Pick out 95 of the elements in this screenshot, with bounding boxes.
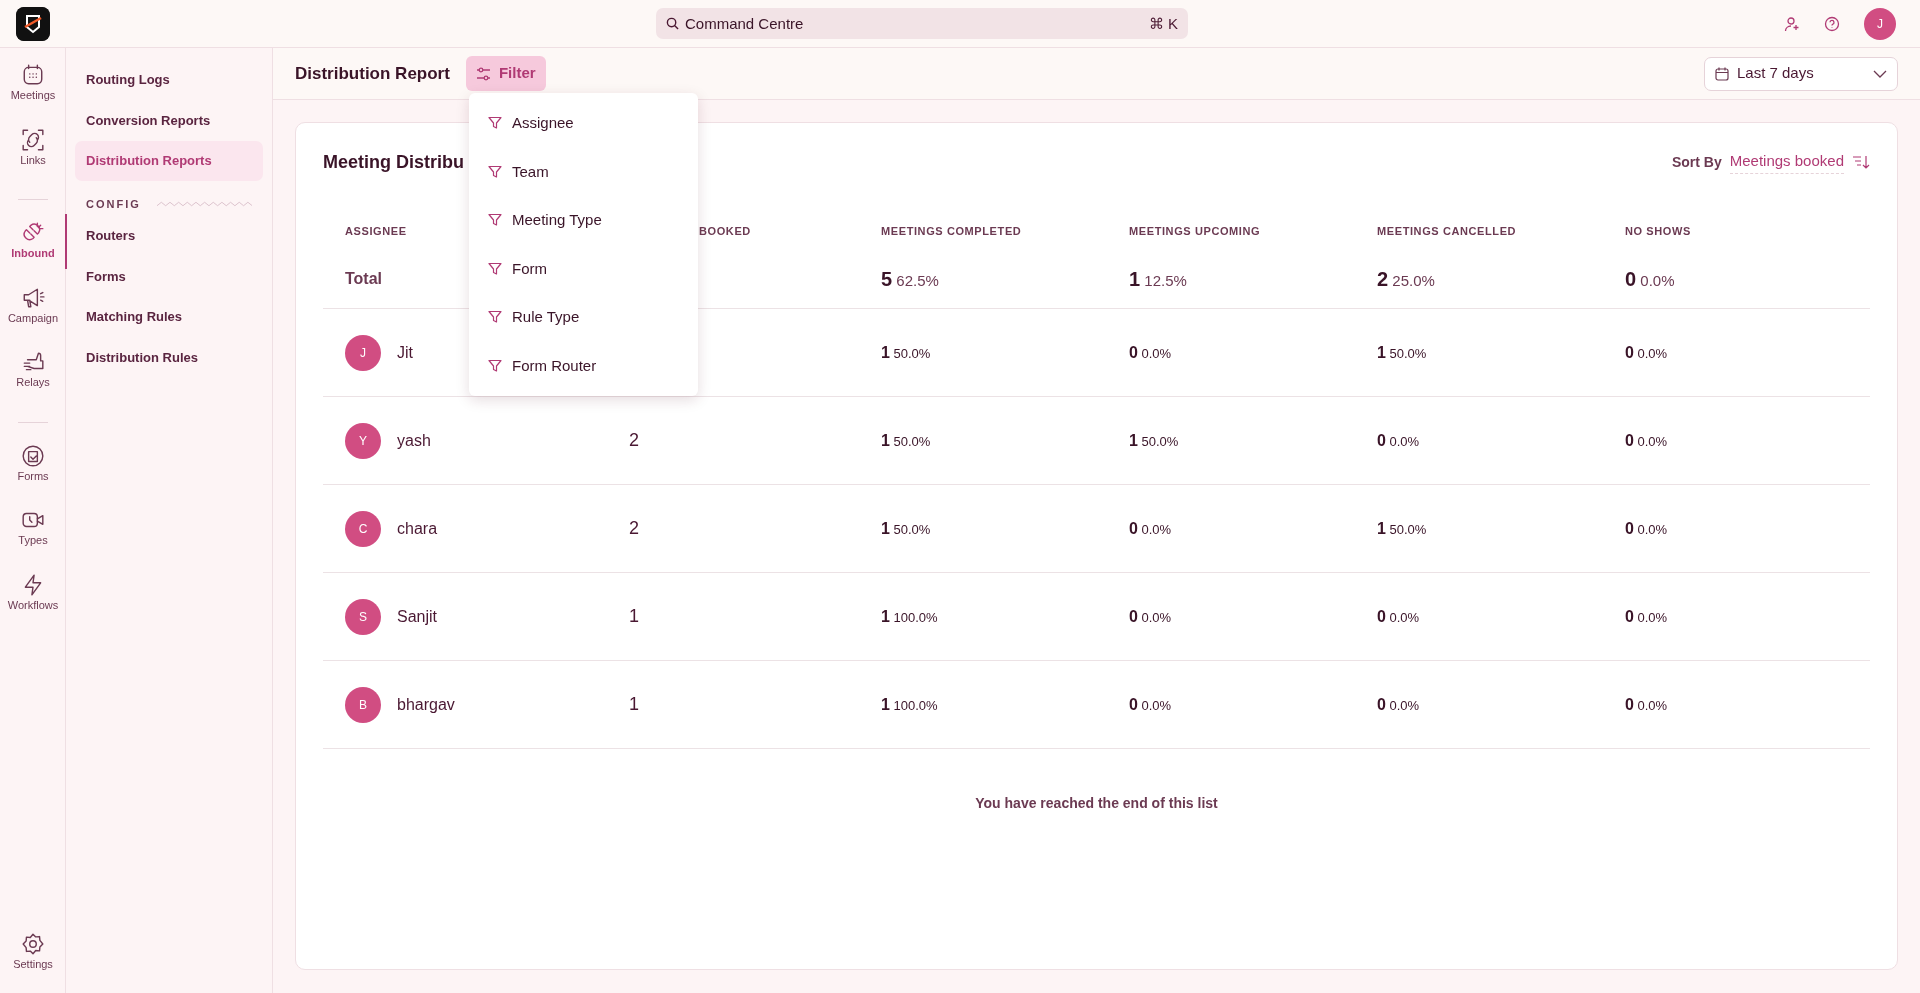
filter-icon <box>488 358 502 373</box>
table-cell: 1 100.0% <box>881 608 938 625</box>
app-logo <box>16 6 50 41</box>
table-cell: 1 50.0% <box>1377 520 1427 537</box>
column-header: BOOKED <box>699 224 751 237</box>
table-cell: 2 <box>629 518 639 538</box>
table-cell: 0 0.0% <box>1625 272 1675 289</box>
filter-icon <box>488 213 502 228</box>
end-of-list-message: You have reached the end of this list <box>974 794 1219 813</box>
rail-item[interactable]: Meetings <box>0 56 66 111</box>
sidebar-item[interactable]: Distribution Rules <box>75 337 263 377</box>
table-cell: 0 0.0% <box>1377 696 1420 713</box>
filter-icon <box>488 116 502 131</box>
settings-icon <box>21 931 45 956</box>
menu-item[interactable]: Meeting Type <box>469 196 698 245</box>
sidebar-item[interactable]: Forms <box>75 256 263 296</box>
column-header: NO SHOWS <box>1625 224 1691 237</box>
menu-item[interactable]: Assignee <box>469 99 698 148</box>
filter-icon <box>488 164 502 179</box>
search-icon <box>666 17 679 30</box>
menu-item[interactable]: Form Router <box>469 341 698 390</box>
shortcut-hint: ⌘ K <box>1148 14 1178 34</box>
column-header: MEETINGS COMPLETED <box>881 224 1022 237</box>
table-cell: 1 50.0% <box>881 344 931 361</box>
menu-item[interactable]: Rule Type <box>469 293 698 342</box>
column-header: MEETINGS CANCELLED <box>1377 224 1517 237</box>
rail-item[interactable]: Types <box>0 501 66 556</box>
assignee-name: chara <box>397 518 438 539</box>
table-cell: 0 0.0% <box>1129 344 1172 361</box>
rail-item[interactable]: Campaign <box>0 278 66 333</box>
rail-item[interactable]: Workflows <box>0 565 66 620</box>
rail-item[interactable]: Relays <box>0 343 66 398</box>
assignee-name: yash <box>397 430 431 451</box>
date-range-dropdown[interactable]: Last 7 days <box>1704 56 1898 91</box>
table-cell: 0 0.0% <box>1129 520 1172 537</box>
rail-item[interactable]: Settings <box>0 924 66 979</box>
assignee-name: Jit <box>397 342 413 363</box>
sidebar-item[interactable]: Routing Logs <box>75 60 263 100</box>
table-cell: 0 0.0% <box>1377 432 1420 449</box>
card-title: Meeting Distribu <box>323 150 464 174</box>
sort-dropdown[interactable]: Meetings booked <box>1729 150 1844 174</box>
table-cell: 0 0.0% <box>1625 696 1668 713</box>
section-heading: CONFIG <box>86 196 141 212</box>
column-header: ASSIGNEE <box>345 224 407 237</box>
sort-descending-icon[interactable] <box>1852 155 1870 169</box>
menu-item[interactable]: Team <box>469 147 698 196</box>
assignee-name: Sanjit <box>397 606 438 627</box>
filter-icon <box>488 261 502 276</box>
sidebar-item[interactable]: Routers <box>75 216 263 256</box>
table-cell: 2 <box>629 430 639 450</box>
sort-label: Sort By <box>1671 152 1722 172</box>
table-cell: 1 50.0% <box>1129 432 1179 449</box>
avatar: S <box>345 598 381 635</box>
table-cell: 0 0.0% <box>1129 608 1172 625</box>
column-header: MEETINGS UPCOMING <box>1129 224 1261 237</box>
table-cell: 0 0.0% <box>1129 696 1172 713</box>
table-cell: 0 0.0% <box>1625 608 1668 625</box>
add-user-icon[interactable] <box>1784 15 1800 32</box>
assignee-name: bhargav <box>397 694 455 715</box>
table-cell: 1 <box>629 694 639 714</box>
sidebar-item[interactable]: Distribution Reports <box>75 141 263 181</box>
table-cell: 0 0.0% <box>1625 432 1668 449</box>
table-cell: 1 50.0% <box>881 520 931 537</box>
avatar: J <box>345 334 381 371</box>
menu-item[interactable]: Form <box>469 244 698 293</box>
chevron-down-icon <box>1873 69 1887 78</box>
rail-item[interactable]: Forms <box>0 436 66 491</box>
sidebar-item[interactable]: Matching Rules <box>75 297 263 337</box>
table-cell: 0 0.0% <box>1377 608 1420 625</box>
sidebar-item[interactable]: Conversion Reports <box>75 100 263 140</box>
help-icon[interactable] <box>1824 15 1840 32</box>
user-avatar[interactable]: J <box>1864 7 1896 40</box>
table-cell: 2 25.0% <box>1377 272 1435 289</box>
table-cell: 5 62.5% <box>881 272 939 289</box>
filter-icon <box>488 310 502 325</box>
sliders-icon <box>475 66 491 81</box>
row-label: Total <box>345 269 383 287</box>
link-icon <box>21 127 45 152</box>
table-cell: 0 0.0% <box>1625 520 1668 537</box>
table-cell: 1 50.0% <box>1377 344 1427 361</box>
table-cell: 1 12.5% <box>1129 272 1187 289</box>
table-cell: 1 100.0% <box>881 696 938 713</box>
calendar-icon <box>1715 66 1729 81</box>
avatar: C <box>345 510 381 547</box>
rail-item[interactable]: Inbound <box>0 214 66 269</box>
table-cell: 1 50.0% <box>881 432 931 449</box>
form-icon <box>21 443 45 468</box>
avatar: Y <box>345 422 381 459</box>
avatar: B <box>345 686 381 723</box>
calendar-icon <box>21 63 45 87</box>
table-cell: 0 0.0% <box>1625 344 1668 361</box>
filter-button[interactable]: Filter <box>465 56 546 91</box>
page-title: Distribution Report <box>295 62 450 85</box>
table-cell: 1 <box>629 606 639 626</box>
rail-item[interactable]: Links <box>0 120 66 175</box>
